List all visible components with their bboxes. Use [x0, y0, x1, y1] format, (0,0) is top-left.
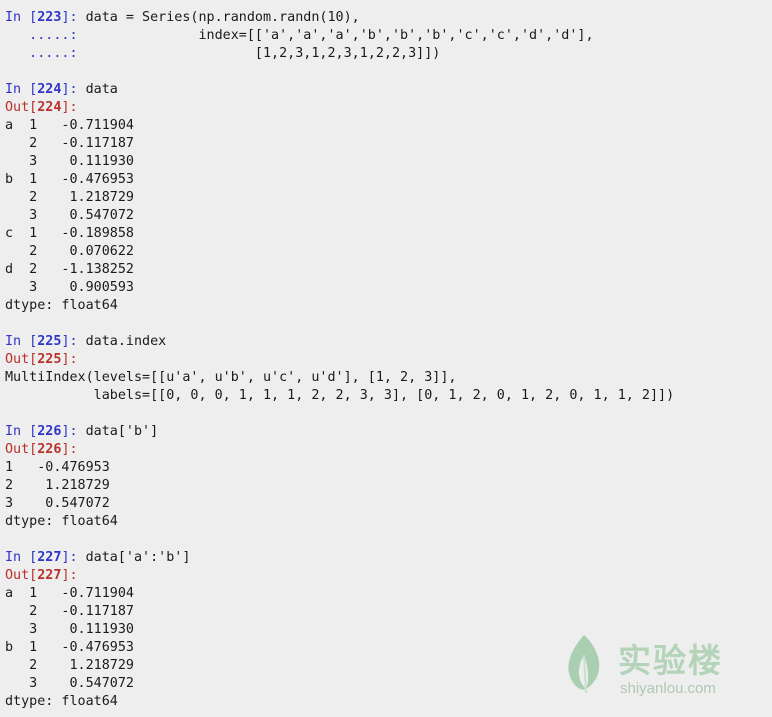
- output-line: c 1 -0.189858: [5, 226, 134, 241]
- input-code: data = Series(np.random.randn(10),: [85, 10, 360, 25]
- output-line: 3 0.547072: [5, 208, 134, 223]
- in-prompt-number: 227: [37, 550, 62, 565]
- out-prompt-number: 227: [37, 568, 62, 583]
- in-prompt: In [223]:: [5, 10, 78, 25]
- continuation-code: [1,2,3,1,2,3,1,2,2,3]]): [77, 46, 441, 61]
- cell: In [224]: data Out[224]: a 1 -0.711904 2 -…: [5, 81, 767, 315]
- input-code: data['b']: [85, 424, 159, 439]
- out-prompt: Out[224]:: [5, 100, 78, 115]
- in-prompt-prefix: In [: [5, 424, 38, 439]
- in-prompt-close: ]:: [61, 82, 78, 97]
- out-prompt-close: ]:: [61, 568, 78, 583]
- in-prompt: In [224]:: [5, 82, 78, 97]
- output-line: 2 -0.117187: [5, 604, 134, 619]
- cell: In [225]: data.index Out[225]: MultiIndex(…: [5, 333, 767, 405]
- leaf-logo-icon: [568, 635, 600, 694]
- out-prompt-close: ]:: [61, 100, 78, 115]
- output-line: a 1 -0.711904: [5, 118, 134, 133]
- input-code: data['a':'b']: [85, 550, 191, 565]
- shiyanlou-watermark: 实验楼 shiyanlou.com: [562, 630, 742, 700]
- in-prompt-number: 224: [37, 82, 62, 97]
- out-prompt-number: 225: [37, 352, 62, 367]
- in-prompt: In [227]:: [5, 550, 78, 565]
- output-prompt-line: Out[225]:: [5, 351, 767, 369]
- input-code: data.index: [85, 334, 167, 349]
- in-prompt-number: 226: [37, 424, 62, 439]
- in-prompt-prefix: In [: [5, 334, 38, 349]
- input-line: In [227]: data['a':'b']: [5, 549, 767, 567]
- in-prompt-number: 225: [37, 334, 62, 349]
- out-prompt-number: 226: [37, 442, 62, 457]
- in-prompt-number: 223: [37, 10, 62, 25]
- ipython-console: In [223]: data = Series(np.random.randn(…: [5, 9, 767, 711]
- out-prompt: Out[227]:: [5, 568, 78, 583]
- input-line: In [226]: data['b']: [5, 423, 767, 441]
- output-line: 3 0.547072: [5, 496, 110, 511]
- output-prompt-line: Out[224]:: [5, 99, 767, 117]
- out-prompt: Out[226]:: [5, 442, 78, 457]
- in-prompt-prefix: In [: [5, 10, 38, 25]
- output-line: labels=[[0, 0, 0, 1, 1, 1, 2, 2, 3, 3], …: [5, 388, 675, 403]
- input-code: data: [85, 82, 118, 97]
- output-line: 1 -0.476953: [5, 460, 110, 475]
- output-line: dtype: float64: [5, 298, 118, 313]
- output-line: a 1 -0.711904: [5, 586, 134, 601]
- continuation-line: .....: [1,2,3,1,2,3,1,2,2,3]]): [5, 45, 767, 63]
- out-prompt-prefix: Out[: [5, 352, 38, 367]
- input-line: In [224]: data: [5, 81, 767, 99]
- output-line: 2 -0.117187: [5, 136, 134, 151]
- cell: In [223]: data = Series(np.random.randn(…: [5, 9, 767, 63]
- output-line: 2 1.218729: [5, 478, 110, 493]
- continuation-line: .....: index=[['a','a','a','b','b','b','…: [5, 27, 767, 45]
- in-prompt: In [225]:: [5, 334, 78, 349]
- output-line: d 2 -1.138252: [5, 262, 134, 277]
- out-prompt: Out[225]:: [5, 352, 78, 367]
- continuation-prompt: .....:: [5, 28, 78, 43]
- in-prompt-close: ]:: [61, 550, 78, 565]
- out-prompt-prefix: Out[: [5, 100, 38, 115]
- continuation-code: index=[['a','a','a','b','b','b','c','c',…: [77, 28, 594, 43]
- output-prompt-line: Out[226]:: [5, 441, 767, 459]
- in-prompt-close: ]:: [61, 334, 78, 349]
- input-line: In [223]: data = Series(np.random.randn(…: [5, 9, 767, 27]
- out-prompt-prefix: Out[: [5, 568, 38, 583]
- output-line: 3 0.111930: [5, 154, 134, 169]
- watermark-title: 实验楼: [618, 641, 723, 680]
- out-prompt-close: ]:: [61, 352, 78, 367]
- in-prompt: In [226]:: [5, 424, 78, 439]
- out-prompt-number: 224: [37, 100, 62, 115]
- in-prompt-close: ]:: [61, 10, 78, 25]
- input-line: In [225]: data.index: [5, 333, 767, 351]
- out-prompt-prefix: Out[: [5, 442, 38, 457]
- continuation-prompt: .....:: [5, 46, 78, 61]
- output-prompt-line: Out[227]:: [5, 567, 767, 585]
- output-line: 2 0.070622: [5, 244, 134, 259]
- in-prompt-prefix: In [: [5, 82, 38, 97]
- output-line: 2 1.218729: [5, 190, 134, 205]
- output-line: MultiIndex(levels=[[u'a', u'b', u'c', u'…: [5, 370, 457, 385]
- output-line: 3 0.900593: [5, 280, 134, 295]
- out-prompt-close: ]:: [61, 442, 78, 457]
- watermark-url: shiyanlou.com: [620, 680, 716, 697]
- cell: In [226]: data['b'] Out[226]: 1 -0.476953 2…: [5, 423, 767, 531]
- output-line: b 1 -0.476953: [5, 172, 134, 187]
- in-prompt-prefix: In [: [5, 550, 38, 565]
- in-prompt-close: ]:: [61, 424, 78, 439]
- output-line: dtype: float64: [5, 514, 118, 529]
